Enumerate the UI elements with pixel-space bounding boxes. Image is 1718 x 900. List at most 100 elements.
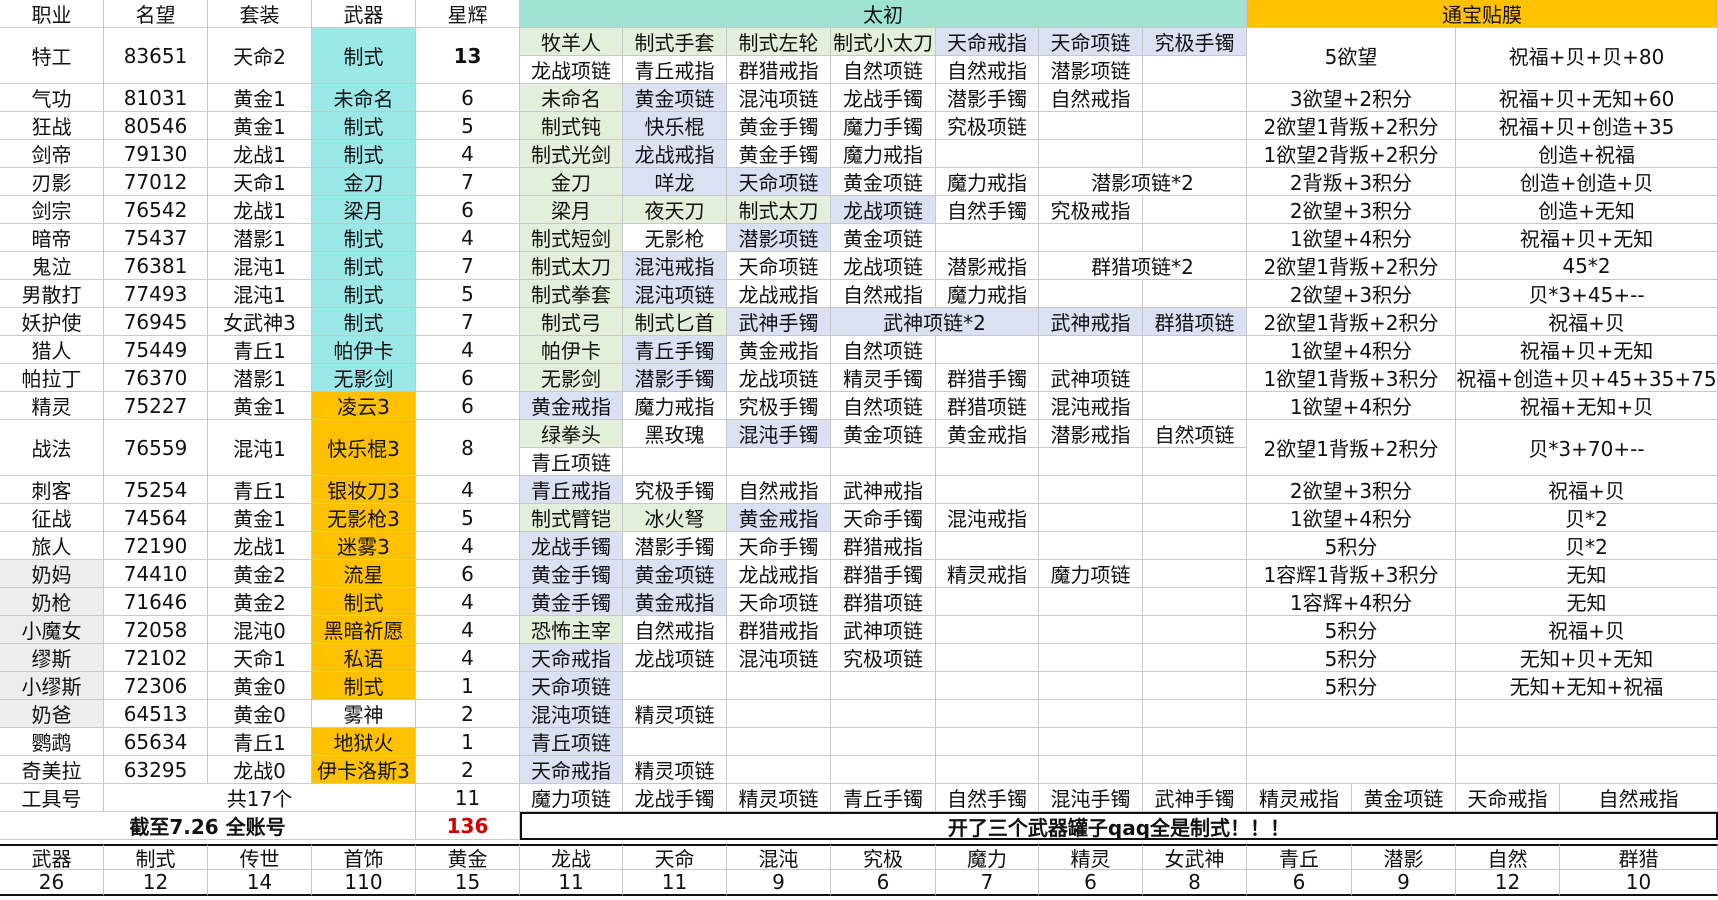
taichu-item[interactable]: 究极戒指 — [1039, 196, 1143, 224]
taichu-item[interactable]: 黄金手镯 — [520, 560, 623, 588]
star-cell[interactable]: 5 — [416, 504, 520, 532]
taichu-item[interactable] — [1039, 448, 1143, 476]
summary-value[interactable]: 26 — [0, 870, 104, 896]
tongbao-effect[interactable]: 祝福+贝+创造+35 — [1456, 112, 1718, 140]
weapon-cell[interactable]: 帕伊卡 — [312, 336, 416, 364]
taichu-item[interactable]: 制式手套 — [623, 28, 727, 56]
taichu-item[interactable]: 魔力戒指 — [936, 280, 1039, 308]
star-cell[interactable]: 4 — [416, 476, 520, 504]
star-cell[interactable]: 6 — [416, 560, 520, 588]
taichu-item[interactable]: 青丘戒指 — [520, 476, 623, 504]
tongbao-effect[interactable]: 无知+无知+祝福 — [1456, 672, 1718, 700]
fame-cell[interactable]: 74410 — [104, 560, 208, 588]
job-cell[interactable]: 精灵 — [0, 392, 104, 420]
fame-cell[interactable]: 71646 — [104, 588, 208, 616]
weapon-cell[interactable]: 制式 — [312, 588, 416, 616]
tongbao-effect[interactable]: 无知 — [1456, 588, 1718, 616]
set-cell[interactable]: 黄金0 — [208, 700, 312, 728]
taichu-item[interactable]: 自然项链 — [831, 392, 936, 420]
tongbao-effect[interactable]: 祝福+贝+无知 — [1456, 336, 1718, 364]
summary-value[interactable]: 6 — [1039, 870, 1143, 896]
taichu-item[interactable] — [1143, 560, 1247, 588]
tool-item[interactable]: 混沌手镯 — [1039, 784, 1143, 812]
weapon-cell[interactable]: 凌云3 — [312, 392, 416, 420]
taichu-item[interactable]: 绿拳头 — [520, 420, 623, 448]
tongbao-effect[interactable]: 贝*2 — [1456, 504, 1718, 532]
tongbao-effect[interactable]: 祝福+贝 — [1456, 616, 1718, 644]
taichu-item[interactable] — [1143, 84, 1247, 112]
job-cell[interactable]: 狂战 — [0, 112, 104, 140]
taichu-item[interactable]: 究极项链 — [831, 644, 936, 672]
summary-value[interactable]: 12 — [104, 870, 208, 896]
star-cell[interactable]: 7 — [416, 168, 520, 196]
header-cell[interactable]: 星辉 — [416, 0, 520, 28]
taichu-item[interactable]: 龙战项链 — [831, 196, 936, 224]
taichu-item[interactable]: 冰火弩 — [623, 504, 727, 532]
taichu-item[interactable] — [1039, 588, 1143, 616]
weapon-cell[interactable]: 制式 — [312, 140, 416, 168]
taichu-item[interactable]: 制式臂铠 — [520, 504, 623, 532]
summary-label[interactable]: 魔力 — [936, 844, 1039, 870]
tongbao-effect[interactable]: 无知 — [1456, 560, 1718, 588]
set-cell[interactable]: 黄金0 — [208, 672, 312, 700]
taichu-item[interactable]: 群猎项链*2 — [1039, 252, 1247, 280]
fame-cell[interactable]: 83651 — [104, 28, 208, 84]
taichu-item[interactable]: 自然手镯 — [936, 196, 1039, 224]
taichu-item[interactable]: 究极项链 — [936, 112, 1039, 140]
taichu-item[interactable]: 牧羊人 — [520, 28, 623, 56]
fame-cell[interactable]: 77493 — [104, 280, 208, 308]
taichu-item[interactable] — [831, 672, 936, 700]
summary-label[interactable]: 龙战 — [520, 844, 623, 870]
taichu-item[interactable] — [1143, 728, 1247, 756]
summary-label[interactable]: 制式 — [104, 844, 208, 870]
taichu-item[interactable]: 武神项链 — [831, 616, 936, 644]
taichu-item[interactable]: 制式太刀 — [727, 196, 831, 224]
taichu-item[interactable] — [936, 336, 1039, 364]
weapon-cell[interactable]: 银妆刀3 — [312, 476, 416, 504]
weapon-cell[interactable]: 未命名 — [312, 84, 416, 112]
taichu-item[interactable]: 潜影戒指 — [1039, 420, 1143, 448]
summary-label[interactable]: 黄金 — [416, 844, 520, 870]
tongbao-cost[interactable]: 1容辉+4积分 — [1247, 588, 1456, 616]
taichu-item[interactable]: 究极手镯 — [1143, 28, 1247, 56]
taichu-item[interactable]: 黄金戒指 — [520, 392, 623, 420]
taichu-item[interactable]: 自然项链 — [1143, 420, 1247, 448]
taichu-item[interactable]: 龙战项链 — [623, 644, 727, 672]
taichu-item[interactable] — [831, 756, 936, 784]
taichu-item[interactable]: 武神戒指 — [1039, 308, 1143, 336]
taichu-item[interactable]: 群猎手镯 — [831, 560, 936, 588]
tongbao-effect[interactable]: 祝福+贝+贝+80 — [1456, 28, 1718, 84]
taichu-item[interactable] — [1143, 476, 1247, 504]
taichu-item[interactable]: 潜影项链 — [1039, 56, 1143, 84]
tongbao-cost[interactable]: 5欲望 — [1247, 28, 1456, 84]
summary-label[interactable]: 青丘 — [1247, 844, 1352, 870]
fame-cell[interactable]: 75449 — [104, 336, 208, 364]
taichu-item[interactable] — [1039, 224, 1143, 252]
job-cell[interactable]: 气功 — [0, 84, 104, 112]
job-cell[interactable]: 鹦鹉 — [0, 728, 104, 756]
fame-cell[interactable]: 77012 — [104, 168, 208, 196]
taichu-item[interactable]: 精灵项链 — [623, 700, 727, 728]
taichu-item[interactable]: 龙战戒指 — [727, 280, 831, 308]
taichu-item[interactable] — [727, 700, 831, 728]
header-cell[interactable]: 职业 — [0, 0, 104, 28]
fame-cell[interactable]: 76370 — [104, 364, 208, 392]
summary-value[interactable]: 9 — [727, 870, 831, 896]
fame-cell[interactable]: 72306 — [104, 672, 208, 700]
star-cell[interactable]: 4 — [416, 336, 520, 364]
taichu-item[interactable] — [1143, 140, 1247, 168]
taichu-item[interactable]: 潜影手镯 — [623, 364, 727, 392]
taichu-item[interactable] — [936, 476, 1039, 504]
star-cell[interactable]: 4 — [416, 224, 520, 252]
taichu-item[interactable]: 自然项链 — [831, 56, 936, 84]
star-cell[interactable]: 4 — [416, 644, 520, 672]
set-cell[interactable]: 黄金1 — [208, 84, 312, 112]
tongbao-header[interactable]: 通宝贴膜 — [1247, 0, 1718, 28]
taichu-item[interactable]: 制式小太刀 — [831, 28, 936, 56]
tool-item[interactable]: 黄金项链 — [1352, 784, 1456, 812]
job-cell[interactable]: 奶枪 — [0, 588, 104, 616]
summary-value[interactable]: 14 — [208, 870, 312, 896]
taichu-item[interactable] — [936, 140, 1039, 168]
summary-value[interactable]: 9 — [1352, 870, 1456, 896]
weapon-cell[interactable]: 黑暗祈愿 — [312, 616, 416, 644]
